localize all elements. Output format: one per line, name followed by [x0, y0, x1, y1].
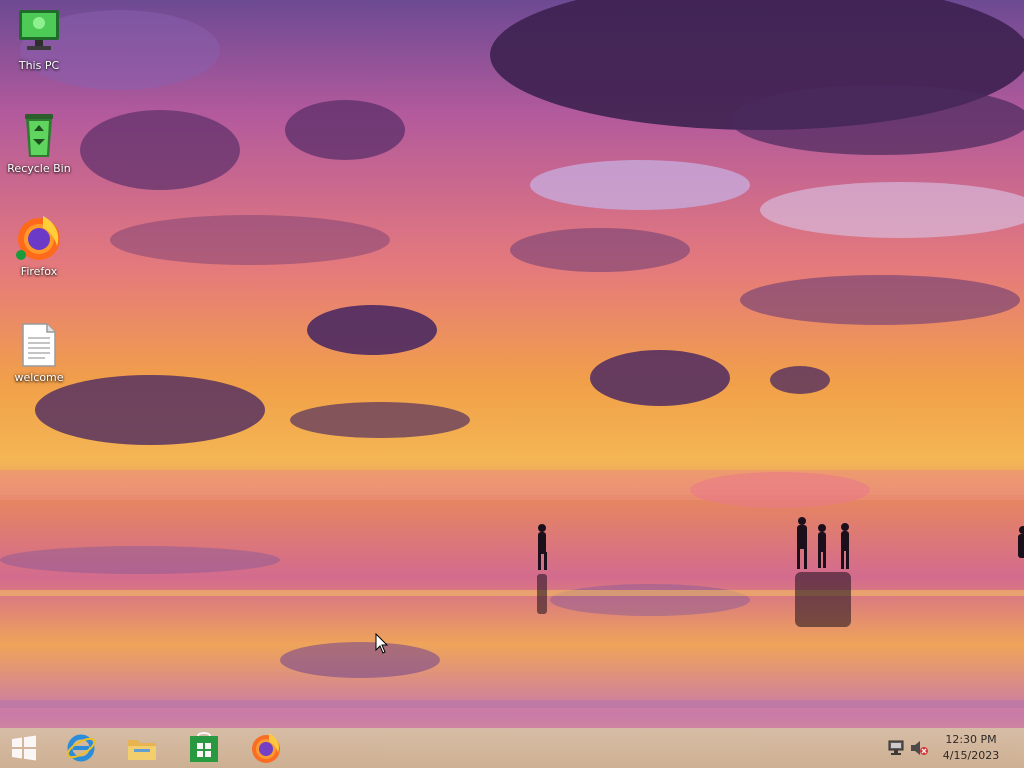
taskbar-internet-explorer-button[interactable] [57, 730, 105, 766]
desktop-icon-label: Firefox [20, 265, 58, 278]
start-button[interactable] [0, 730, 48, 766]
text-document-icon [22, 323, 56, 367]
this-pc-icon [19, 10, 59, 50]
desktop-icon-welcome[interactable]: welcome [4, 320, 74, 385]
desktop-icon-label: welcome [14, 371, 64, 384]
firefox-icon [252, 733, 280, 763]
network-icon[interactable] [887, 740, 905, 756]
taskbar: 12:30 PM 4/15/2023 [0, 728, 1024, 768]
wallpaper-image [0, 0, 1024, 768]
clock-date: 4/15/2023 [942, 749, 1000, 762]
internet-explorer-icon [66, 734, 96, 762]
recycle-bin-icon [25, 114, 53, 157]
taskbar-clock[interactable]: 12:30 PM 4/15/2023 [936, 732, 1006, 764]
desktop-icon-label: Recycle Bin [7, 162, 71, 175]
windows-start-icon [12, 735, 36, 761]
desktop-icon-recycle-bin[interactable]: Recycle Bin [4, 111, 74, 176]
taskbar-store-button[interactable] [180, 730, 228, 766]
desktop-icon-firefox[interactable]: Firefox [4, 214, 74, 279]
file-explorer-icon [128, 740, 156, 760]
mouse-cursor-icon [375, 633, 389, 654]
clock-time: 12:30 PM [945, 733, 997, 746]
shortcut-arrow-icon [16, 250, 26, 260]
taskbar-file-explorer-button[interactable] [118, 730, 166, 766]
store-icon [190, 732, 218, 762]
taskbar-firefox-button[interactable] [242, 730, 290, 766]
system-tray: 12:30 PM 4/15/2023 [884, 728, 1024, 768]
desktop-icon-label: This PC [18, 59, 60, 72]
volume-muted-icon[interactable] [910, 740, 928, 756]
desktop[interactable]: This PC Recycle Bin Firefox welcome 12:3… [0, 0, 1024, 768]
desktop-icon-this-pc[interactable]: This PC [4, 8, 74, 73]
